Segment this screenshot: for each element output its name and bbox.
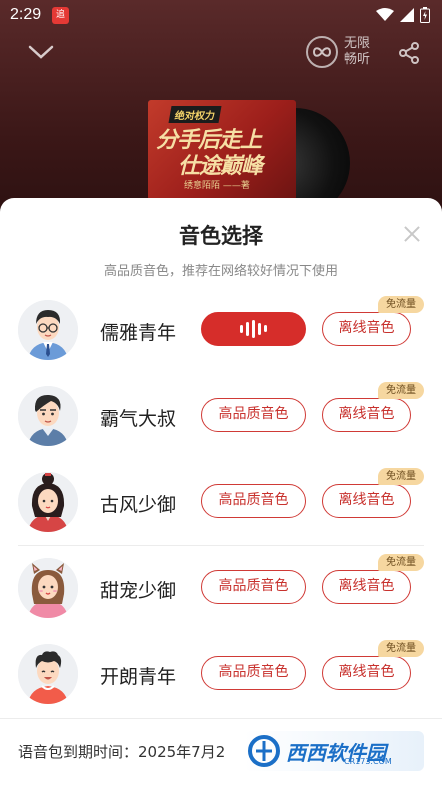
free-data-badge: 免流量 <box>378 554 424 571</box>
hq-voice-button[interactable]: 高品质音色 <box>201 398 306 432</box>
offline-voice-button[interactable]: 离线音色 <box>322 484 411 518</box>
voice-row: 儒雅青年 离线音色 免流量 <box>0 288 442 374</box>
site-watermark: 西西软件园 CR173.COM <box>244 731 424 771</box>
status-bar: 2:29 追 <box>0 0 442 30</box>
app-notification-icon: 追 <box>52 7 69 24</box>
sheet-title: 音色选择 <box>179 224 263 248</box>
offline-voice-button[interactable]: 离线音色 <box>322 570 411 604</box>
hq-voice-button[interactable]: 高品质音色 <box>201 484 306 518</box>
cover-title-line2: 仕途巅峰 <box>178 154 263 179</box>
chevron-down-icon[interactable] <box>28 44 54 60</box>
watermark-logo-icon <box>248 735 280 767</box>
offline-voice-button[interactable]: 离线音色 <box>322 656 411 690</box>
offline-voice-button[interactable]: 离线音色 <box>322 398 411 432</box>
voice-row: 霸气大叔 高品质音色 离线音色 免流量 <box>0 374 442 460</box>
voice-row: 甜宠少御 高品质音色 离线音色 免流量 <box>0 546 442 632</box>
status-time: 2:29 <box>10 6 42 23</box>
free-data-badge: 免流量 <box>378 640 424 657</box>
cover-author: 绣意陌陌 ——著 <box>184 181 250 191</box>
infinity-icon <box>306 36 338 68</box>
voice-selection-sheet: 音色选择 高品质音色，推荐在网络较好情况下使用 儒雅青年 离线音色 免流量 霸气… <box>0 198 442 786</box>
close-icon[interactable] <box>402 224 422 244</box>
avatar <box>18 300 78 360</box>
footer: 语音包到期时间：2025年7月2 西西软件园 CR173.COM <box>0 718 442 786</box>
voice-list: 儒雅青年 离线音色 免流量 霸气大叔 高品质音色 离线音色 免流量 古风少御 高… <box>0 288 442 718</box>
avatar <box>18 386 78 446</box>
player-top-controls: 无限畅听 <box>0 36 442 76</box>
cover-tag: 绝对权力 <box>168 106 222 123</box>
offline-voice-button[interactable]: 离线音色 <box>322 312 411 346</box>
voice-name: 霸气大叔 <box>100 408 177 430</box>
avatar <box>18 472 78 532</box>
book-cover: 绝对权力 分手后走上 仕途巅峰 绣意陌陌 ——著 <box>148 100 296 200</box>
unlimited-listen-button[interactable]: 无限畅听 <box>306 36 374 68</box>
hq-voice-button[interactable]: 高品质音色 <box>201 570 306 604</box>
battery-icon <box>420 7 430 23</box>
voice-name: 开朗青年 <box>100 666 177 688</box>
hq-voice-button[interactable]: 高品质音色 <box>201 656 306 690</box>
voice-pack-expiry-text: 语音包到期时间：2025年7月2 <box>18 743 226 761</box>
free-data-badge: 免流量 <box>378 382 424 399</box>
voice-name: 古风少御 <box>100 494 177 516</box>
signal-icon <box>400 8 414 22</box>
voice-name: 儒雅青年 <box>100 322 177 344</box>
hq-voice-button-selected[interactable] <box>201 312 306 346</box>
avatar <box>18 558 78 618</box>
unlimited-label: 无限畅听 <box>344 36 371 67</box>
free-data-badge: 免流量 <box>378 468 424 485</box>
watermark-subtext: CR173.COM <box>344 757 392 766</box>
free-data-badge: 免流量 <box>378 296 424 313</box>
status-icons <box>376 7 430 23</box>
share-icon[interactable] <box>398 42 420 64</box>
voice-row: 开朗青年 高品质音色 离线音色 免流量 <box>0 632 442 718</box>
voice-row: 古风少御 高品质音色 离线音色 免流量 <box>0 460 442 546</box>
wifi-icon <box>376 8 394 21</box>
avatar <box>18 644 78 704</box>
voice-name: 甜宠少御 <box>100 580 177 602</box>
sheet-subtitle: 高品质音色，推荐在网络较好情况下使用 <box>103 264 338 279</box>
audio-wave-icon <box>240 313 267 344</box>
